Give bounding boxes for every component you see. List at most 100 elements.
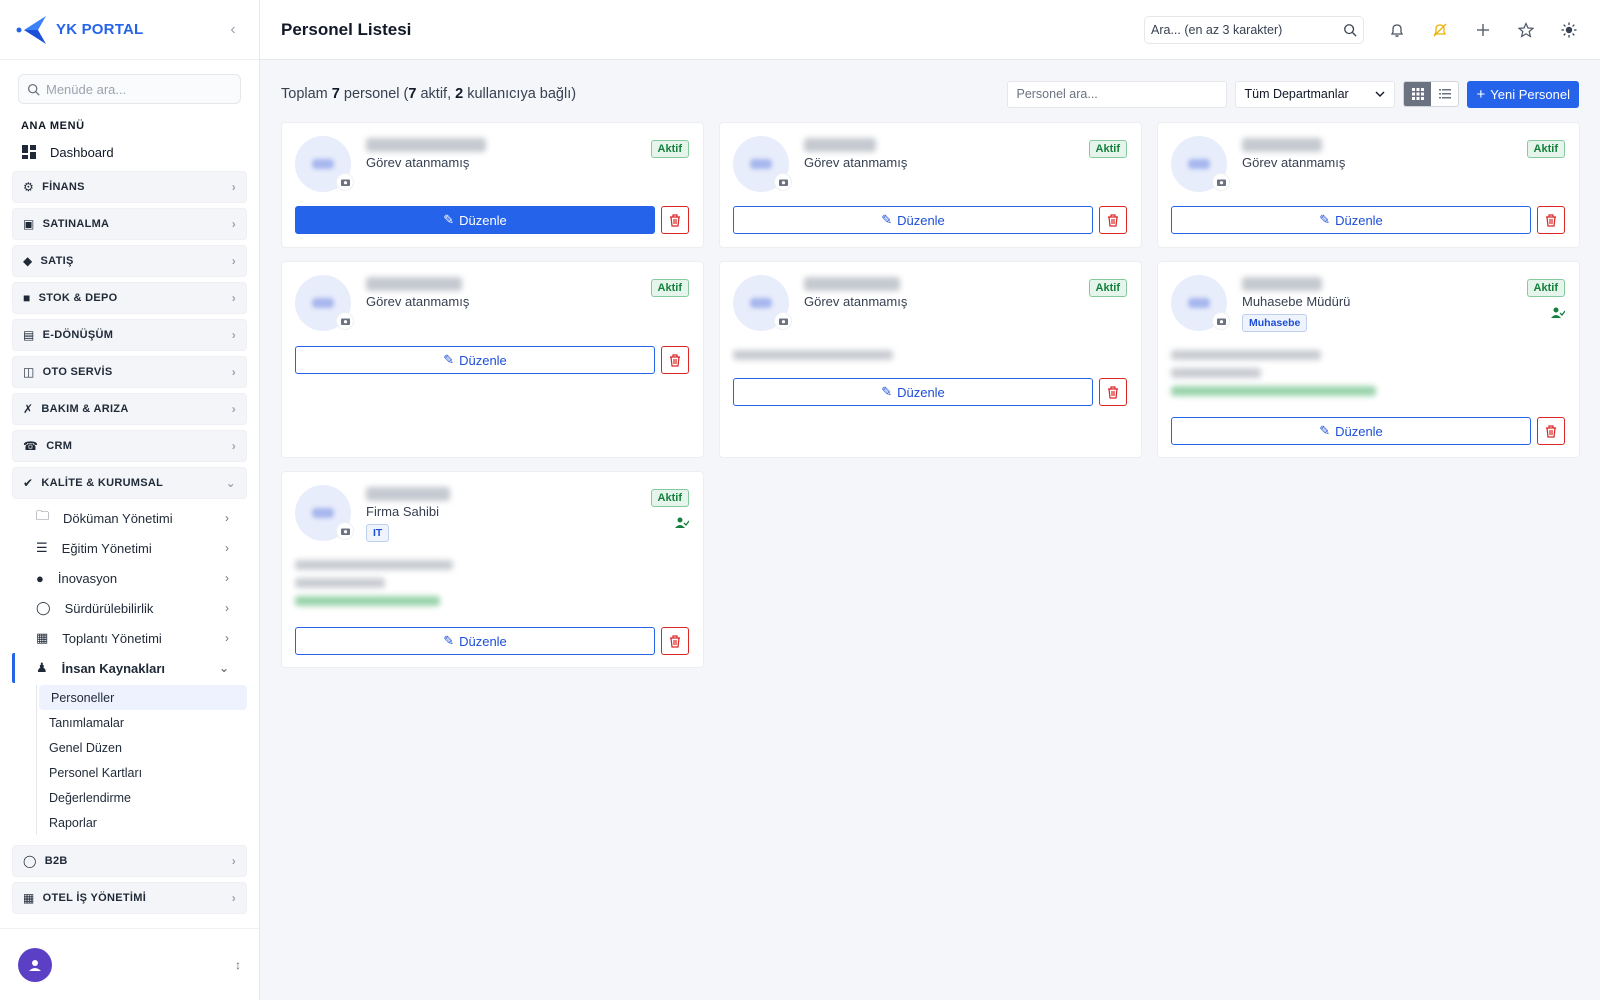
- sidebar-group-finans[interactable]: ⚙ FİNANS ›: [12, 171, 247, 203]
- sidebar-group-label: CRM: [46, 440, 73, 452]
- sidebar-group-e-donusum[interactable]: ▤ E-DÖNÜŞÜM ›: [12, 319, 247, 351]
- delete-button[interactable]: [1537, 417, 1565, 445]
- chevron-right-icon: ›: [225, 631, 229, 645]
- camera-icon[interactable]: [1213, 313, 1229, 329]
- camera-icon[interactable]: [775, 174, 791, 190]
- edit-button[interactable]: ✎ Düzenle: [1171, 417, 1531, 445]
- linked-user-icon: [675, 517, 689, 528]
- list-view-icon[interactable]: [1431, 82, 1459, 106]
- theme-sun-icon[interactable]: [1559, 20, 1579, 40]
- search-icon[interactable]: [1343, 23, 1357, 37]
- pencil-icon: ✎: [881, 384, 893, 399]
- edit-button[interactable]: ✎ Düzenle: [295, 627, 655, 655]
- delete-button[interactable]: [1099, 378, 1127, 406]
- chevron-right-icon: ›: [231, 217, 236, 231]
- delete-button[interactable]: [1099, 206, 1127, 234]
- sidebar-item-dokuman-yonetimi[interactable]: 🗀 Döküman Yönetimi ›: [12, 503, 247, 533]
- sidebar-group-bakim-ariza[interactable]: ✗ BAKIM & ARIZA ›: [12, 393, 247, 425]
- sidebar-group-label: FİNANS: [42, 181, 85, 193]
- personnel-name-redacted: [1242, 277, 1322, 291]
- edit-button[interactable]: ✎ Düzenle: [733, 378, 1093, 406]
- global-search-input[interactable]: [1151, 22, 1331, 37]
- chevron-up-down-icon[interactable]: ↕: [235, 958, 241, 972]
- collapse-sidebar-icon[interactable]: ‹: [223, 21, 243, 39]
- camera-icon[interactable]: [1213, 174, 1229, 190]
- user-avatar[interactable]: [18, 947, 52, 982]
- edit-button[interactable]: ✎ Düzenle: [1171, 206, 1531, 234]
- sidebar-leaf-personel-kartlari[interactable]: Personel Kartları: [37, 760, 247, 785]
- edit-label: Düzenle: [897, 212, 945, 228]
- chevron-right-icon: ›: [231, 254, 236, 268]
- sidebar-footer: ↕: [0, 928, 259, 1000]
- sidebar-item-dashboard[interactable]: Dashboard: [0, 138, 259, 166]
- sidebar-leaf-tanimlamalar[interactable]: Tanımlamalar: [37, 710, 247, 735]
- sidebar-item-insan-kaynaklari[interactable]: ♟ İnsan Kaynakları ⌄: [12, 653, 247, 683]
- sidebar-group-label: B2B: [44, 855, 68, 867]
- sidebar-group-satis[interactable]: ◆ SATIŞ ›: [12, 245, 247, 277]
- department-select-value: Tüm Departmanlar: [1244, 87, 1349, 101]
- personnel-avatar: [1171, 275, 1229, 331]
- edit-button[interactable]: ✎ Düzenle: [295, 206, 655, 234]
- menu-search[interactable]: [18, 74, 241, 104]
- sidebar-item-label: Toplantı Yönetimi: [62, 630, 162, 646]
- department-select[interactable]: Tüm Departmanlar: [1235, 80, 1396, 108]
- sidebar-leaf-genel-duzen[interactable]: Genel Düzen: [37, 735, 247, 760]
- personnel-role: Görev atanmamış: [804, 294, 908, 309]
- sidebar-group-satinalma[interactable]: ▣ SATINALMA ›: [12, 208, 247, 240]
- trash-icon: [670, 634, 680, 648]
- pencil-icon: ✎: [1319, 423, 1331, 438]
- notifications-bell-icon[interactable]: [1387, 20, 1407, 40]
- camera-icon[interactable]: [337, 523, 353, 539]
- sidebar-item-toplanti-yonetimi[interactable]: ▦ Toplantı Yönetimi ›: [12, 623, 247, 653]
- brand-name: YK PORTAL: [56, 21, 144, 38]
- globe-icon: ◯: [36, 600, 51, 615]
- sidebar-item-surdurulebilirlik[interactable]: ◯ Sürdürülebilirlik ›: [12, 593, 247, 623]
- sidebar-group-otel-is-yonetimi[interactable]: ▦ OTEL İŞ YÖNETİMİ ›: [12, 882, 247, 914]
- muted-bell-icon[interactable]: [1430, 20, 1450, 40]
- department-badge: IT: [366, 524, 390, 542]
- chevron-right-icon: ›: [231, 854, 236, 868]
- camera-icon[interactable]: [337, 174, 353, 190]
- plus-icon[interactable]: [1473, 20, 1493, 40]
- personnel-name-redacted: [366, 138, 486, 152]
- chevron-right-icon: ›: [231, 365, 236, 379]
- trash-icon: [670, 213, 680, 227]
- brand-logo[interactable]: YK PORTAL: [16, 14, 143, 46]
- delete-button[interactable]: [661, 206, 689, 234]
- star-icon[interactable]: [1516, 20, 1536, 40]
- sidebar-leaf-raporlar[interactable]: Raporlar: [37, 810, 247, 835]
- sidebar-group-stok-depo[interactable]: ■ STOK & DEPO ›: [12, 282, 247, 314]
- delete-button[interactable]: [1537, 206, 1565, 234]
- personnel-search-input[interactable]: [1007, 80, 1228, 108]
- sidebar-group-b2b[interactable]: ◯ B2B ›: [12, 845, 247, 877]
- box-icon: ■: [23, 291, 31, 305]
- graduation-cap-icon: ☰: [36, 540, 48, 555]
- sidebar-item-egitim-yonetimi[interactable]: ☰ Eğitim Yönetimi ›: [12, 533, 247, 563]
- chevron-right-icon: ›: [231, 439, 236, 453]
- view-toggle: [1403, 81, 1460, 107]
- folder-icon: 🗀: [36, 508, 50, 523]
- menu-search-input[interactable]: [46, 81, 226, 97]
- pencil-icon: ✎: [881, 212, 893, 227]
- sidebar-leaf-personeller[interactable]: Personeller: [39, 685, 247, 710]
- edit-button[interactable]: ✎ Düzenle: [295, 346, 655, 374]
- sidebar-group-kalite-kurumsal[interactable]: ✔ KALİTE & KURUMSAL ⌄: [12, 467, 247, 499]
- camera-icon[interactable]: [775, 313, 791, 329]
- personnel-phone-redacted: [1171, 368, 1261, 378]
- delete-button[interactable]: [661, 346, 689, 374]
- global-search[interactable]: [1144, 15, 1364, 44]
- personnel-avatar: [295, 275, 353, 331]
- sidebar-group-oto-servis[interactable]: ◫ OTO SERVİS ›: [12, 356, 247, 388]
- sidebar-leaf-degerlendirme[interactable]: Değerlendirme: [37, 785, 247, 810]
- sidebar-item-label: İnovasyon: [57, 570, 118, 586]
- sidebar-group-crm[interactable]: ☎ CRM ›: [12, 430, 247, 462]
- grid-view-icon[interactable]: [1404, 82, 1432, 106]
- personnel-linked-account-redacted: [1171, 386, 1376, 396]
- edit-button[interactable]: ✎ Düzenle: [733, 206, 1093, 234]
- chevron-right-icon: ›: [225, 541, 229, 555]
- sidebar-item-inovasyon[interactable]: ● İnovasyon ›: [12, 563, 247, 593]
- delete-button[interactable]: [661, 627, 689, 655]
- status-badge: Aktif: [1526, 279, 1565, 297]
- new-personnel-button[interactable]: + Yeni Personel: [1467, 80, 1579, 108]
- camera-icon[interactable]: [337, 313, 353, 329]
